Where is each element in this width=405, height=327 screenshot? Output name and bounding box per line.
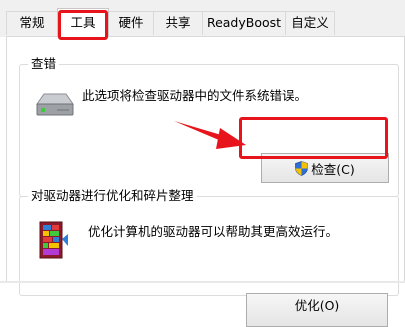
shield-icon bbox=[295, 160, 309, 176]
optimize-button[interactable]: 优化(O) bbox=[246, 293, 388, 327]
optimize-title: 对驱动器进行优化和碎片整理 bbox=[28, 188, 197, 204]
tools-panel: 查错 此选项将检查驱动器中的文件系统错误。 检查(C) 对驱动器进行优化和碎片整… bbox=[6, 36, 405, 327]
defrag-icon bbox=[39, 221, 68, 259]
tab-sharing[interactable]: 共享 bbox=[153, 11, 203, 35]
optimize-description: 优化计算机的驱动器可以帮助其更高效运行。 bbox=[88, 224, 339, 239]
tab-highlight-box bbox=[58, 10, 108, 40]
red-arrow-icon bbox=[174, 121, 246, 149]
drive-icon bbox=[36, 93, 74, 116]
error-check-title: 查错 bbox=[28, 56, 60, 72]
tab-customize[interactable]: 自定义 bbox=[285, 11, 335, 35]
check-button-highlight bbox=[239, 117, 388, 159]
tab-hardware[interactable]: 硬件 bbox=[108, 11, 154, 35]
error-check-description: 此选项将检查驱动器中的文件系统错误。 bbox=[82, 88, 308, 103]
tab-general[interactable]: 常规 bbox=[6, 11, 58, 35]
tab-readyboost[interactable]: ReadyBoost bbox=[202, 11, 286, 35]
